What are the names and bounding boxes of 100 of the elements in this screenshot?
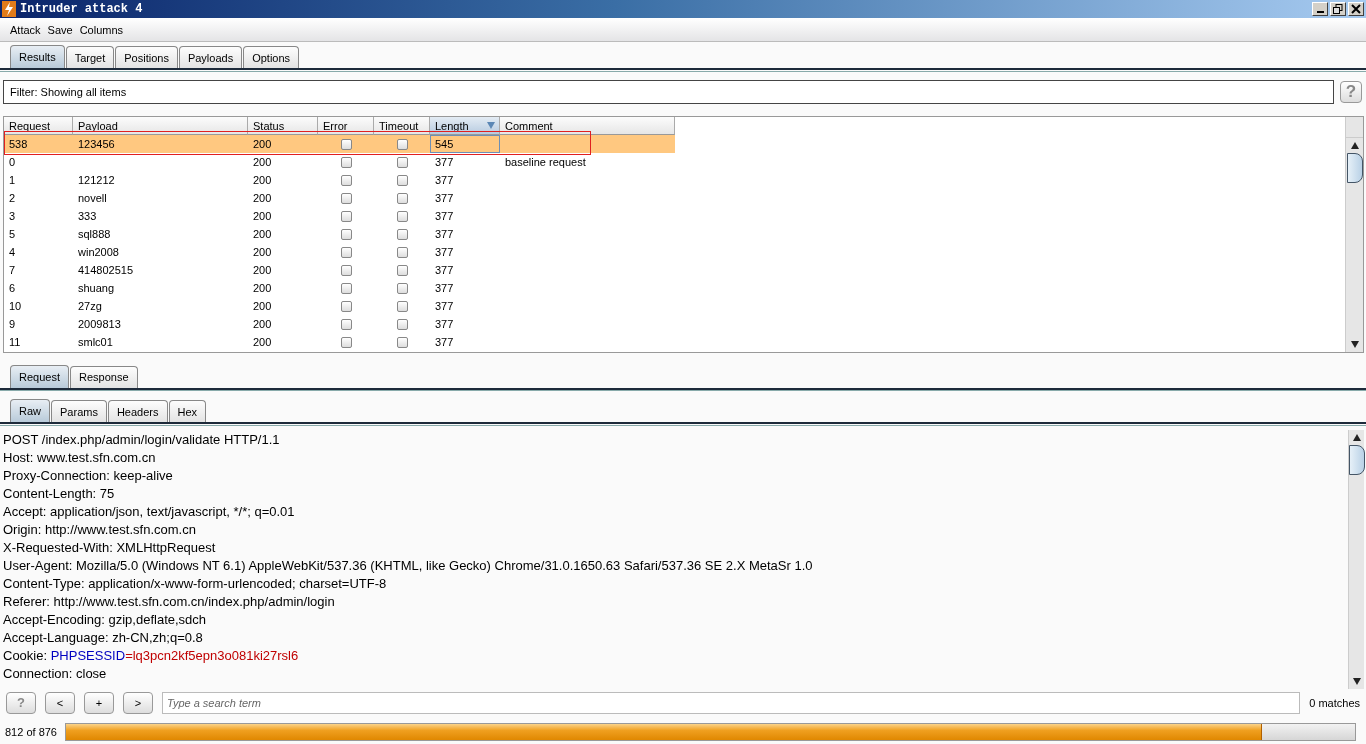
tab[interactable]: Raw [10,399,50,423]
menu-item[interactable]: Columns [79,23,124,36]
table-cell: novell [78,192,107,205]
request-line: POST /index.php/admin/login/validate HTTP/1.1 [3,431,281,450]
search-nav-button[interactable]: < [45,691,75,714]
tab[interactable]: Results [10,45,65,69]
table-row[interactable]: 538 123456 200 545 [4,135,675,154]
table-cell: 200 [253,174,272,187]
table-cell: 414802515 [78,264,134,277]
tab[interactable]: Payloads [178,46,243,69]
filter-bar[interactable]: Filter: Showing all items [3,80,1334,105]
scrollbar[interactable] [1348,430,1364,689]
table-cell: 377 [435,228,454,241]
close-button[interactable] [1348,1,1364,16]
table-cell: 6 [9,282,16,295]
table-cell: 200 [253,246,272,259]
table-cell: 121212 [78,174,115,187]
table-row[interactable]: 4 win2008 200 377 [4,243,675,262]
request-line: Connection: close [3,665,108,684]
search-nav-button[interactable]: + [84,691,114,714]
table-cell: 3 [9,210,16,223]
table-cell: 9 [9,318,16,331]
table-cell: 377 [435,264,454,277]
scrollbar-thumb[interactable] [1346,153,1363,184]
table-row[interactable]: 5 sql888 200 377 [4,225,675,244]
table-cell: 377 [435,300,454,313]
table-row[interactable]: 7 414802515 200 377 [4,261,675,280]
table-cell: 2 [9,192,16,205]
table-cell: 4 [9,246,16,259]
up-arrow-icon[interactable] [1352,434,1361,442]
minimize-button[interactable] [1312,1,1328,16]
table-cell: 200 [253,192,272,205]
down-arrow-icon[interactable] [1352,677,1361,685]
table-row[interactable]: 6 shuang 200 377 [4,279,675,298]
table-cell: 200 [253,228,272,241]
tab[interactable]: Headers [107,400,168,423]
table-cell: 0 [9,156,16,169]
request-line: Accept-Encoding: gzip,deflate,sdch [3,611,208,630]
table-cell: 377 [435,156,454,169]
table-cell: 7 [9,264,16,277]
table-row[interactable]: 3 333 200 377 [4,207,675,226]
table-cell: smlc01 [78,336,113,349]
scrollbar[interactable] [1345,117,1363,352]
lightning-bolt-icon [2,0,16,17]
table-row[interactable]: 0 200 377 baseline request [4,153,675,172]
request-line: X-Requested-With: XMLHttpRequest [3,539,217,558]
table-row[interactable]: 2 novell 200 377 [4,189,675,208]
table-cell: 5 [9,228,16,241]
table-cell: 377 [435,318,454,331]
tab[interactable]: Positions [115,46,178,69]
table-cell: sql888 [78,228,111,241]
table-cell: 333 [78,210,97,223]
request-line: Host: www.test.sfn.com.cn [3,449,157,468]
menu-item[interactable]: Attack [10,23,41,36]
table-cell: 377 [435,336,454,349]
window-title: Intruder attack 4 [20,1,143,16]
minimize-icon [1316,10,1324,13]
scrollbar-thumb[interactable] [1348,445,1365,476]
table-row[interactable]: 10 27zg 200 377 [4,297,675,316]
request-line: Proxy-Connection: keep-alive [3,467,174,486]
request-line: Content-Length: 75 [3,485,116,504]
table-cell: 10 [9,300,22,313]
sort-arrow-icon [487,122,495,130]
column-header[interactable]: Comment [500,117,675,136]
table-cell: 377 [435,192,454,205]
restore-icon [1333,3,1343,14]
table-cell: 545 [435,138,454,151]
tab[interactable]: Options [243,46,300,69]
restore-button[interactable] [1330,1,1346,16]
up-arrow-icon[interactable] [1350,142,1359,150]
request-line: User-Agent: Mozilla/5.0 (Windows NT 6.1) AppleWebKit/537.36 (KHTML, like Gecko) Chrome/31.0.1650.63 Safari/537.36 SE 2.X MetaSr 1.0 [3,557,814,576]
table-cell: 200 [253,318,272,331]
table-cell: 11 [9,336,21,349]
table-cell: 377 [435,246,454,259]
search-nav-button[interactable]: > [123,691,153,714]
table-cell: 200 [253,156,272,169]
request-line: Referer: http://www.test.sfn.com.cn/index.php/admin/login [3,593,336,612]
request-line: Accept: application/json, text/javascript, */*; q=0.01 [3,503,296,522]
table-cell: 27zg [78,300,102,313]
table-cell: 200 [253,210,272,223]
tab[interactable]: Params [51,400,107,423]
menu-item[interactable]: Save [47,23,73,36]
table-cell: 200 [253,282,272,295]
tab[interactable]: Hex [168,400,207,423]
down-arrow-icon[interactable] [1350,340,1359,348]
tab[interactable]: Target [65,46,115,69]
request-line: Accept-Language: zh-CN,zh;q=0.8 [3,629,204,648]
search-field[interactable]: Type a search term [162,691,1300,714]
table-row[interactable]: 11 smlc01 200 377 [4,333,675,352]
tab[interactable]: Response [70,365,138,388]
table-cell: shuang [78,282,115,295]
table-cell: 200 [253,300,272,313]
table-row[interactable]: 1 121212 200 377 [4,171,675,190]
table-cell: 538 [9,138,28,151]
tab[interactable]: Request [10,364,69,388]
table-cell: 377 [435,282,454,295]
table-cell: 2009813 [78,318,121,331]
request-line: Origin: http://www.test.sfn.com.cn [3,521,197,540]
table-row[interactable]: 9 2009813 200 377 [4,315,675,334]
table-cell: 200 [253,138,272,151]
